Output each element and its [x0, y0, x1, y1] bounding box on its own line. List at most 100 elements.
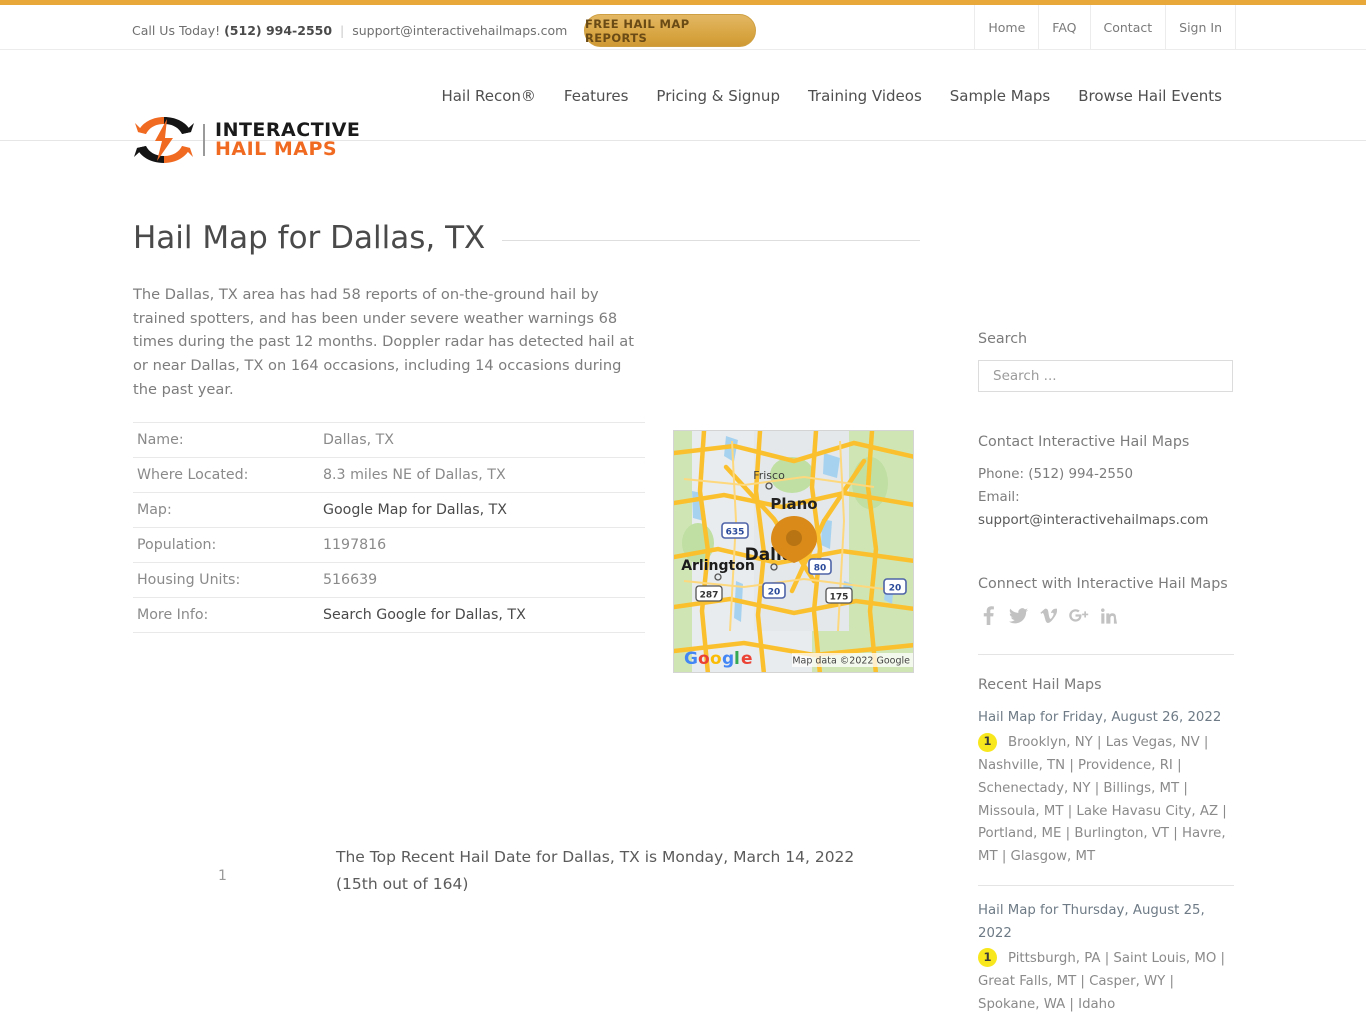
main-content-column: Hail Map for Dallas, TX The Dallas, TX a…: [133, 220, 920, 893]
recent-entry-cities[interactable]: Pittsburgh, PA | Saint Louis, MO | Great…: [978, 951, 1225, 1012]
sidebar-email-label: Email:: [978, 490, 1020, 506]
nav-item-sample-maps[interactable]: Sample Maps: [936, 87, 1064, 105]
row-value: 1197816: [323, 537, 387, 554]
topnav-item-sign-in[interactable]: Sign In: [1165, 5, 1236, 50]
title-rule: [502, 239, 920, 241]
svg-text:e: e: [741, 649, 753, 669]
table-row: More Info: Search Google for Dallas, TX: [133, 598, 645, 633]
table-row: Where Located: 8.3 miles NE of Dallas, T…: [133, 458, 645, 493]
nav-item-pricing-signup[interactable]: Pricing & Signup: [642, 87, 794, 105]
recent-entry-cities[interactable]: Brooklyn, NY | Las Vegas, NV | Nashville…: [978, 735, 1227, 864]
logo-text-line2: HAIL MAPS: [215, 138, 338, 160]
highway-shield-287: 287: [695, 585, 723, 602]
highway-shield-20-right: 20: [883, 578, 907, 595]
cta-label: FREE HAIL MAP REPORTS: [585, 16, 690, 45]
row-key: Name:: [137, 432, 184, 449]
topnav-item-home[interactable]: Home: [974, 5, 1038, 50]
site-header: INTERACTIVE HAIL MAPS Hail Recon® Featur…: [0, 50, 1366, 163]
google-map-link[interactable]: Google Map for Dallas, TX: [319, 493, 645, 528]
svg-text:635: 635: [726, 528, 745, 538]
row-value: 8.3 miles NE of Dallas, TX: [323, 467, 506, 484]
svg-text:20: 20: [768, 588, 781, 598]
recent-entry-divider: [978, 885, 1234, 887]
recent-hail-maps-title: Recent Hail Maps: [978, 677, 1102, 694]
map-label-frisco: Frisco: [753, 469, 785, 482]
nav-item-training-videos[interactable]: Training Videos: [794, 87, 936, 105]
nav-item-features[interactable]: Features: [550, 87, 643, 105]
map-graphic: 635 80 20 20 287 175 Frisco Plano Dallas…: [674, 431, 913, 672]
twitter-icon[interactable]: [1008, 605, 1029, 626]
hail-maps-compass-logo-icon: [134, 117, 194, 163]
list-number: 1: [218, 868, 227, 884]
sidebar-divider: [978, 654, 1234, 656]
page-title: Hail Map for Dallas, TX: [133, 220, 486, 256]
svg-text:o: o: [710, 649, 722, 669]
search-google-link[interactable]: Search Google for Dallas, TX: [319, 598, 645, 633]
svg-text:175: 175: [830, 593, 849, 603]
phone-number-link[interactable]: (512) 994-2550: [224, 23, 332, 38]
email-link[interactable]: support@interactivehailmaps.com: [352, 23, 567, 38]
google-watermark: G o o g l e: [684, 649, 753, 669]
note-line-2: (15th out of 164): [336, 875, 469, 894]
utility-topbar: Call Us Today! (512) 994-2550 | support@…: [0, 5, 1366, 50]
contact-widget-title: Contact Interactive Hail Maps: [978, 434, 1190, 450]
svg-text:G: G: [684, 649, 698, 669]
sidebar-email-link[interactable]: support@interactivehailmaps.com: [978, 513, 1208, 528]
connect-widget: Connect with Interactive Hail Maps: [978, 576, 1234, 626]
map-attribution: Map data ©2022 Google: [792, 656, 910, 667]
sidebar: Search Contact Interactive Hail Maps Pho…: [978, 331, 1234, 1016]
call-us-label: Call Us Today!: [132, 23, 221, 38]
map-label-arlington: Arlington: [681, 558, 755, 574]
logo-divider: [203, 124, 205, 156]
search-widget-title: Search: [978, 331, 1028, 347]
intro-paragraph: The Dallas, TX area has had 58 reports o…: [133, 286, 634, 398]
highway-shield-80: 80: [808, 558, 832, 575]
contact-info-text: Call Us Today! (512) 994-2550 | support@…: [132, 23, 567, 38]
linkedin-icon[interactable]: [1098, 605, 1119, 626]
svg-text:l: l: [734, 649, 740, 669]
site-logo[interactable]: INTERACTIVE HAIL MAPS: [133, 113, 360, 167]
google-map-thumbnail[interactable]: 635 80 20 20 287 175 Frisco Plano Dallas…: [673, 430, 914, 673]
count-badge: 1: [978, 948, 997, 968]
facebook-icon[interactable]: [978, 605, 999, 626]
google-plus-icon[interactable]: [1068, 605, 1089, 626]
row-key: More Info:: [137, 607, 209, 624]
highway-shield-635: 635: [721, 522, 749, 539]
contact-details: Phone: (512) 994-2550 Email: support@int…: [978, 463, 1234, 532]
highway-shield-175: 175: [825, 587, 853, 604]
free-hail-map-reports-button[interactable]: FREE HAIL MAP REPORTS: [584, 14, 756, 47]
table-row: Map: Google Map for Dallas, TX: [133, 493, 645, 528]
table-row: Population: 1197816: [133, 528, 645, 563]
main-nav: Hail Recon® Features Pricing & Signup Tr…: [427, 50, 1236, 141]
social-links-row: [978, 605, 1234, 626]
topnav-item-faq[interactable]: FAQ: [1038, 5, 1089, 50]
location-info-table: Name: Dallas, TX Where Located: 8.3 mile…: [133, 422, 645, 633]
highway-shield-20-left: 20: [762, 582, 786, 599]
utility-nav: Home FAQ Contact Sign In: [974, 5, 1236, 50]
text-separator: |: [340, 23, 345, 38]
search-input[interactable]: [978, 360, 1233, 392]
connect-widget-title: Connect with Interactive Hail Maps: [978, 576, 1228, 593]
nav-item-browse-hail-events[interactable]: Browse Hail Events: [1064, 87, 1236, 105]
recent-hail-map-entry: Hail Map for Friday, August 26, 2022 1 Br…: [978, 707, 1234, 869]
topnav-item-contact[interactable]: Contact: [1089, 5, 1166, 50]
nav-item-hail-recon[interactable]: Hail Recon®: [427, 87, 549, 105]
row-key: Housing Units:: [137, 572, 241, 589]
top-recent-hail-date-note: The Top Recent Hail Date for Dallas, TX …: [336, 844, 936, 898]
recent-hail-map-entry: Hail Map for Thursday, August 25, 2022 1…: [978, 900, 1234, 1016]
count-badge: 1: [978, 732, 997, 752]
svg-text:20: 20: [889, 584, 902, 594]
recent-hail-maps-widget: Recent Hail Maps Hail Map for Friday, Au…: [978, 677, 1234, 1016]
recent-entry-date-link[interactable]: Hail Map for Thursday, August 25, 2022: [978, 900, 1234, 946]
sidebar-email-row: Email: support@interactivehailmaps.com: [978, 486, 1234, 532]
sidebar-phone: Phone: (512) 994-2550: [978, 467, 1133, 482]
row-value: Dallas, TX: [323, 432, 394, 449]
recent-entry-date-link[interactable]: Hail Map for Friday, August 26, 2022: [978, 707, 1234, 730]
row-key: Where Located:: [137, 467, 249, 484]
svg-text:287: 287: [700, 591, 719, 601]
vimeo-icon[interactable]: [1038, 605, 1059, 626]
row-key: Map:: [137, 502, 172, 519]
logo-wordmark: INTERACTIVE HAIL MAPS: [215, 120, 360, 160]
svg-text:80: 80: [814, 564, 827, 574]
row-value: 516639: [323, 572, 378, 589]
